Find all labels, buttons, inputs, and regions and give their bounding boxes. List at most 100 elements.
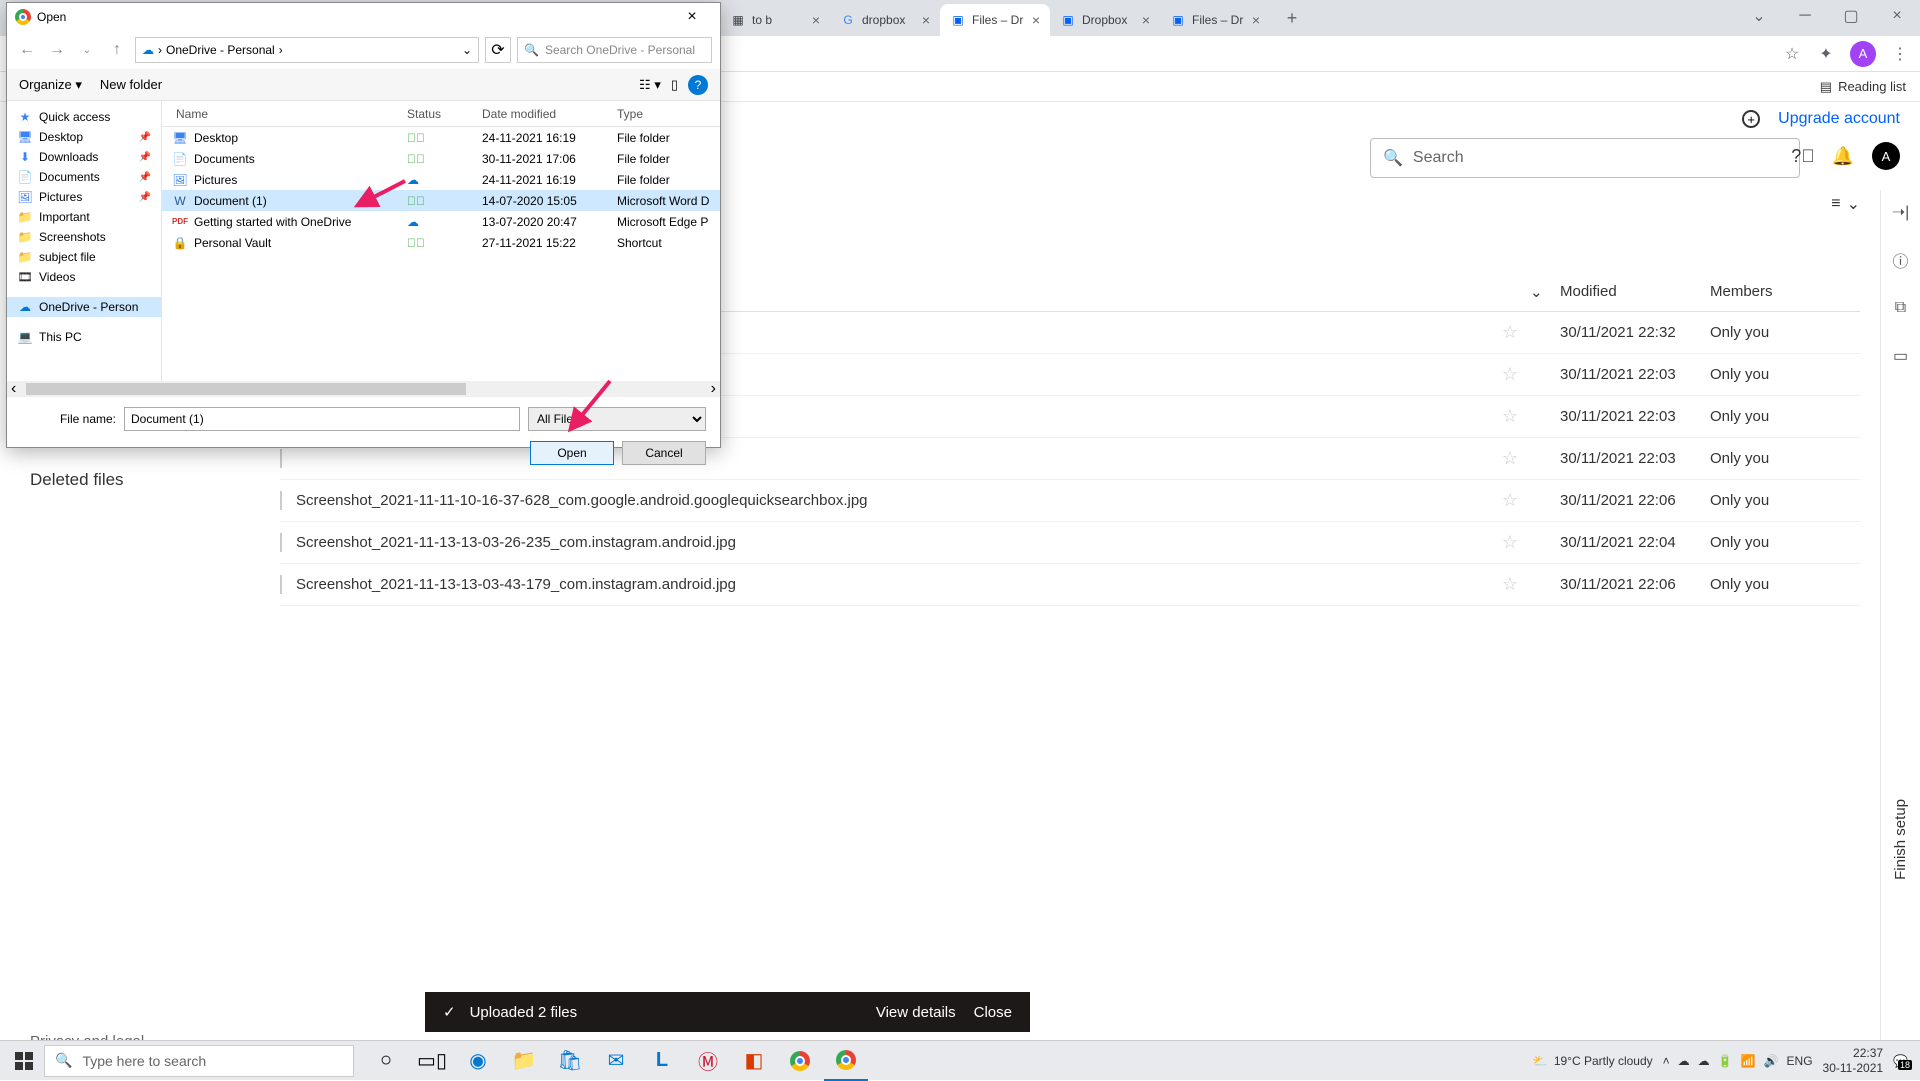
tree-pictures[interactable]: 🖼Pictures📌 xyxy=(7,187,161,207)
browser-tab[interactable]: G dropbox × xyxy=(830,4,940,36)
chrome-icon-active[interactable] xyxy=(824,1041,868,1081)
list-item[interactable]: 🖼Pictures☁24-11-2021 16:19File folder xyxy=(162,169,720,190)
tabs-dropdown-icon[interactable]: ⌄ xyxy=(1736,0,1782,32)
scroll-right-icon[interactable]: › xyxy=(711,380,716,398)
list-item-selected[interactable]: WDocument (1)✓⃝14-07-2020 15:05Microsoft… xyxy=(162,190,720,211)
col-header-members[interactable]: Members xyxy=(1710,283,1860,300)
onedrive-tray-icon[interactable]: ☁ xyxy=(1698,1054,1710,1068)
close-window-button[interactable]: × xyxy=(1874,0,1920,32)
nav-recent-dropdown[interactable]: ⌄ xyxy=(75,38,99,62)
star-icon[interactable]: ☆ xyxy=(1502,532,1518,552)
upgrade-account-link[interactable]: Upgrade account xyxy=(1778,110,1900,128)
sort-icon[interactable]: ⌄ xyxy=(1530,283,1560,301)
tree-desktop[interactable]: 🖥Desktop📌 xyxy=(7,127,161,147)
star-icon[interactable]: ☆ xyxy=(1502,406,1518,426)
star-icon[interactable]: ☆ xyxy=(1502,574,1518,594)
tree-folder[interactable]: 📁subject file xyxy=(7,247,161,267)
tree-documents[interactable]: 📄Documents📌 xyxy=(7,167,161,187)
tab-close-icon[interactable]: × xyxy=(1032,12,1040,28)
tree-onedrive[interactable]: ☁OneDrive - Person xyxy=(7,297,161,317)
office-icon[interactable]: ◧ xyxy=(732,1041,776,1081)
col-status[interactable]: Status xyxy=(407,107,482,121)
view-controls[interactable]: ≡ ⌄ xyxy=(1831,194,1860,214)
tab-close-icon[interactable]: × xyxy=(812,12,820,28)
table-row[interactable]: Screenshot_2021-11-13-13-03-26-235_com.i… xyxy=(280,522,1860,564)
wifi-icon[interactable]: 📶 xyxy=(1741,1054,1756,1068)
chrome-icon[interactable] xyxy=(778,1041,822,1081)
tree-this-pc[interactable]: 💻This PC xyxy=(7,327,161,347)
store-icon[interactable]: 🛍 xyxy=(548,1041,592,1081)
table-row[interactable]: Screenshot_2021-11-11-10-16-37-628_com.g… xyxy=(280,480,1860,522)
dialog-close-button[interactable]: × xyxy=(672,8,712,26)
path-dropdown-icon[interactable]: ⌄ xyxy=(462,43,472,57)
scroll-left-icon[interactable]: ‹ xyxy=(11,380,16,398)
language-indicator[interactable]: ENG xyxy=(1787,1054,1813,1068)
list-item[interactable]: 📄Documents✓⃝30-11-2021 17:06File folder xyxy=(162,148,720,169)
tree-quick-access[interactable]: ★Quick access xyxy=(7,107,161,127)
taskbar-search-input[interactable]: 🔍 Type here to search xyxy=(44,1045,354,1077)
nav-back-button[interactable]: ← xyxy=(15,38,39,62)
tab-close-icon[interactable]: × xyxy=(1142,12,1150,28)
browser-tab[interactable]: ▦ to b × xyxy=(720,4,830,36)
volume-icon[interactable]: 🔊 xyxy=(1764,1054,1779,1068)
more-rail-icon[interactable]: ▭ xyxy=(1891,346,1911,366)
star-icon[interactable]: ☆ xyxy=(1502,490,1518,510)
mail-icon[interactable]: ✉ xyxy=(594,1041,638,1081)
collapse-rail-icon[interactable]: ➝| xyxy=(1891,202,1911,222)
tab-close-icon[interactable]: × xyxy=(922,12,930,28)
view-options-button[interactable]: ☷ ▾ xyxy=(639,77,661,93)
cancel-button[interactable]: Cancel xyxy=(622,441,706,465)
tree-videos[interactable]: 🎞Videos xyxy=(7,267,161,287)
browser-tab[interactable]: ▣ Files – Dr × xyxy=(1160,4,1270,36)
reading-list-button[interactable]: Reading list xyxy=(1838,79,1906,94)
address-path-input[interactable]: ☁ › OneDrive - Personal › ⌄ xyxy=(135,37,479,63)
preview-pane-button[interactable]: ▯ xyxy=(671,77,678,93)
star-icon[interactable]: ☆ xyxy=(1502,364,1518,384)
organize-dropdown[interactable]: Organize ▾ xyxy=(19,77,82,93)
app-icon[interactable]: L xyxy=(640,1041,684,1081)
refresh-button[interactable]: ⟳ xyxy=(485,37,511,63)
open-button[interactable]: Open xyxy=(530,441,614,465)
help-icon[interactable]: ?⃝ xyxy=(1792,145,1814,167)
filename-input[interactable] xyxy=(124,407,520,431)
scrollbar-thumb[interactable] xyxy=(26,383,466,395)
tab-close-icon[interactable]: × xyxy=(1252,12,1260,28)
onedrive-tray-icon[interactable]: ☁ xyxy=(1678,1054,1690,1068)
extensions-icon[interactable]: ✦ xyxy=(1816,44,1836,64)
bookmark-star-icon[interactable]: ☆ xyxy=(1782,44,1802,64)
toast-close-button[interactable]: Close xyxy=(974,1004,1012,1021)
new-folder-button[interactable]: New folder xyxy=(100,77,162,92)
browser-menu-icon[interactable]: ⋮ xyxy=(1890,44,1910,64)
minimize-button[interactable]: ─ xyxy=(1782,0,1828,32)
dropbox-avatar[interactable]: A xyxy=(1872,142,1900,170)
action-center-icon[interactable]: 💬18 xyxy=(1893,1054,1908,1068)
col-name[interactable]: Name xyxy=(162,107,407,121)
browser-tab[interactable]: ▣ Dropbox × xyxy=(1050,4,1160,36)
tree-folder[interactable]: 📁Important xyxy=(7,207,161,227)
dialog-title-bar[interactable]: Open × xyxy=(7,3,720,31)
dropbox-search-input[interactable]: 🔍 Search xyxy=(1370,138,1800,178)
star-icon[interactable]: ☆ xyxy=(1502,448,1518,468)
col-header-modified[interactable]: Modified xyxy=(1560,283,1710,300)
info-icon[interactable]: ⓘ xyxy=(1891,250,1911,270)
tray-chevron-icon[interactable]: ˄ xyxy=(1663,1054,1670,1068)
help-button[interactable]: ? xyxy=(688,75,708,95)
cortana-icon[interactable]: ○ xyxy=(364,1041,408,1081)
task-view-icon[interactable]: ▭▯ xyxy=(410,1041,454,1081)
toast-view-details-button[interactable]: View details xyxy=(876,1004,956,1021)
maximize-button[interactable]: ▢ xyxy=(1828,0,1874,32)
tree-downloads[interactable]: ⬇Downloads📌 xyxy=(7,147,161,167)
browser-tab-active[interactable]: ▣ Files – Dr × xyxy=(940,4,1050,36)
list-item[interactable]: PDFGetting started with OneDrive☁13-07-2… xyxy=(162,211,720,232)
new-tab-button[interactable]: + xyxy=(1278,4,1306,32)
activity-icon[interactable]: ⧉ xyxy=(1891,298,1911,318)
star-icon[interactable]: ☆ xyxy=(1502,322,1518,342)
mcafee-icon[interactable]: Ⓜ xyxy=(686,1041,730,1081)
table-row[interactable]: Screenshot_2021-11-13-13-03-43-179_com.i… xyxy=(280,564,1860,606)
path-segment[interactable]: OneDrive - Personal xyxy=(166,43,275,57)
list-item[interactable]: 🔒Personal Vault✓⃝27-11-2021 15:22Shortcu… xyxy=(162,232,720,253)
nav-forward-button[interactable]: → xyxy=(45,38,69,62)
edge-icon[interactable]: ◉ xyxy=(456,1041,500,1081)
col-date[interactable]: Date modified xyxy=(482,107,617,121)
filter-select[interactable]: All Files xyxy=(528,407,706,431)
